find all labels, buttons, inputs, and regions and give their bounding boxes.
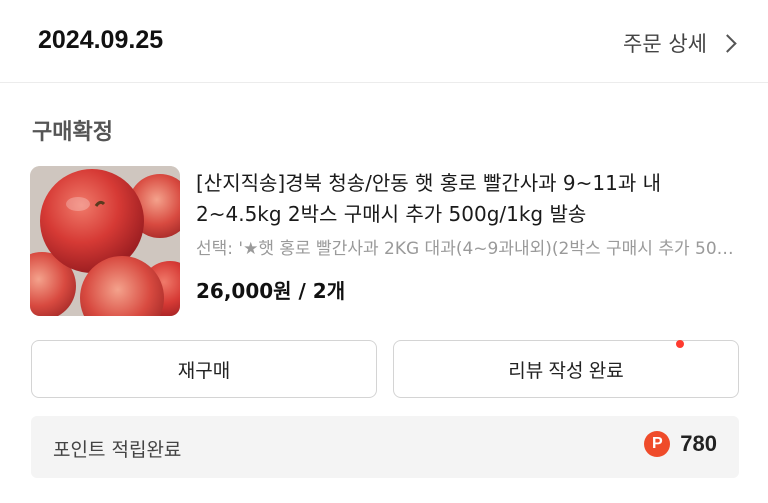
points-label: 포인트 적립완료	[53, 439, 182, 461]
points-value: 780	[680, 431, 717, 456]
order-date: 2024.09.25	[38, 26, 164, 54]
product-info: [산지직송]경북 청송/안동 햇 홍로 빨간사과 9~11과 내 2~4.5kg…	[196, 168, 740, 304]
product-price: 26,000원 / 2개	[196, 279, 346, 303]
notification-dot	[676, 340, 684, 348]
points-summary: 포인트 적립완료 P 780	[31, 416, 739, 478]
rebuy-button[interactable]: 재구매	[31, 340, 377, 398]
order-status: 구매확정	[32, 120, 113, 145]
order-header: 2024.09.25 주문 상세	[0, 0, 768, 83]
product-title[interactable]: [산지직송]경북 청송/안동 햇 홍로 빨간사과 9~11과 내 2~4.5kg…	[196, 168, 740, 230]
order-detail-link[interactable]: 주문 상세	[623, 28, 737, 58]
apple-image	[30, 166, 180, 316]
order-detail-label: 주문 상세	[623, 32, 707, 56]
product-option: 선택: '★햇 홍로 빨간사과 2KG 대과(4~9과내외)(2박스 구매시 추…	[196, 239, 740, 259]
point-icon: P	[644, 431, 671, 457]
chevron-right-icon	[718, 34, 737, 53]
product-thumbnail[interactable]	[30, 166, 180, 316]
points-amount: P 780	[644, 431, 717, 457]
product-item[interactable]: [산지직송]경북 청송/안동 햇 홍로 빨간사과 9~11과 내 2~4.5kg…	[30, 166, 740, 318]
review-complete-button[interactable]: 리뷰 작성 완료	[393, 340, 739, 398]
